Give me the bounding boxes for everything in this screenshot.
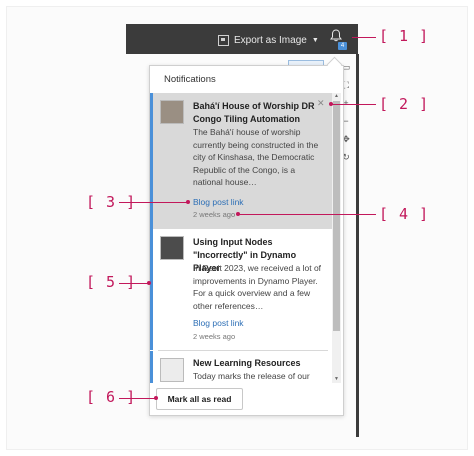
callout-6: [ 6 ]: [86, 388, 137, 406]
notification-list: Bahá'í House of Worship DR Congo Tiling …: [150, 93, 332, 383]
callout-2: [ 2 ]: [379, 95, 430, 113]
zoom-in-icon[interactable]: +: [343, 96, 348, 110]
callout-4: [ 4 ]: [379, 205, 430, 223]
notification-timestamp: 2 weeks ago: [193, 210, 236, 219]
notification-item[interactable]: Bahá'í House of Worship DR Congo Tiling …: [150, 93, 332, 229]
callout-2-leader: [331, 104, 376, 105]
notification-thumbnail: [160, 236, 184, 260]
notification-body: In Revit 2023, we received a lot of impr…: [193, 263, 322, 311]
image-export-icon: [218, 34, 229, 46]
right-panel-border: [356, 54, 359, 437]
scroll-up-icon[interactable]: ▲: [333, 93, 340, 100]
notification-title: Bahá'í House of Worship DR Congo Tiling …: [193, 101, 315, 124]
blog-post-link[interactable]: Blog post link: [193, 318, 244, 328]
bell-glyph: [330, 29, 342, 42]
callout-4-leader: [238, 214, 376, 215]
callout-6-leader: [119, 398, 156, 399]
callout-5-leader: [119, 283, 149, 284]
export-as-image-button[interactable]: Export as Image ▼: [218, 32, 319, 48]
callout-1: [ 1 ]: [379, 27, 430, 45]
notification-timestamp: 2 weeks ago: [193, 332, 236, 341]
close-icon[interactable]: ✕: [317, 98, 325, 109]
blog-post-link[interactable]: Blog post link: [193, 197, 244, 207]
notification-scrollbar[interactable]: ▲ ▼: [332, 93, 341, 383]
notification-title: New Learning Resources: [193, 358, 301, 368]
scroll-down-icon[interactable]: ▼: [333, 376, 340, 383]
callout-1-leader: [352, 37, 376, 38]
zoom-out-icon[interactable]: −: [343, 114, 348, 128]
notification-item[interactable]: Using Input Nodes "Incorrectly" in Dynam…: [150, 229, 332, 350]
export-label: Export as Image: [234, 34, 307, 46]
scroll-thumb[interactable]: [333, 101, 340, 331]
notification-item[interactable]: New Learning Resources Today marks the r…: [150, 351, 332, 383]
callout-6-dot: [154, 396, 158, 400]
callout-4-dot: [236, 212, 240, 216]
callout-2-dot: [329, 102, 333, 106]
notification-body: The Bahá'í house of worship currently be…: [193, 127, 319, 187]
callout-3-leader: [119, 202, 187, 203]
mark-all-as-read-button[interactable]: Mark all as read: [156, 388, 243, 410]
callout-5: [ 5 ]: [86, 273, 137, 291]
callout-5-dot: [147, 281, 151, 285]
panel-title: Notifications: [164, 74, 216, 85]
chevron-down-icon: ▼: [311, 36, 319, 44]
notification-body: Today marks the release of our: [193, 371, 310, 381]
callout-3-dot: [186, 200, 190, 204]
notification-thumbnail: [160, 358, 184, 382]
notification-count-badge: 4: [338, 42, 347, 50]
notification-thumbnail: [160, 100, 184, 124]
